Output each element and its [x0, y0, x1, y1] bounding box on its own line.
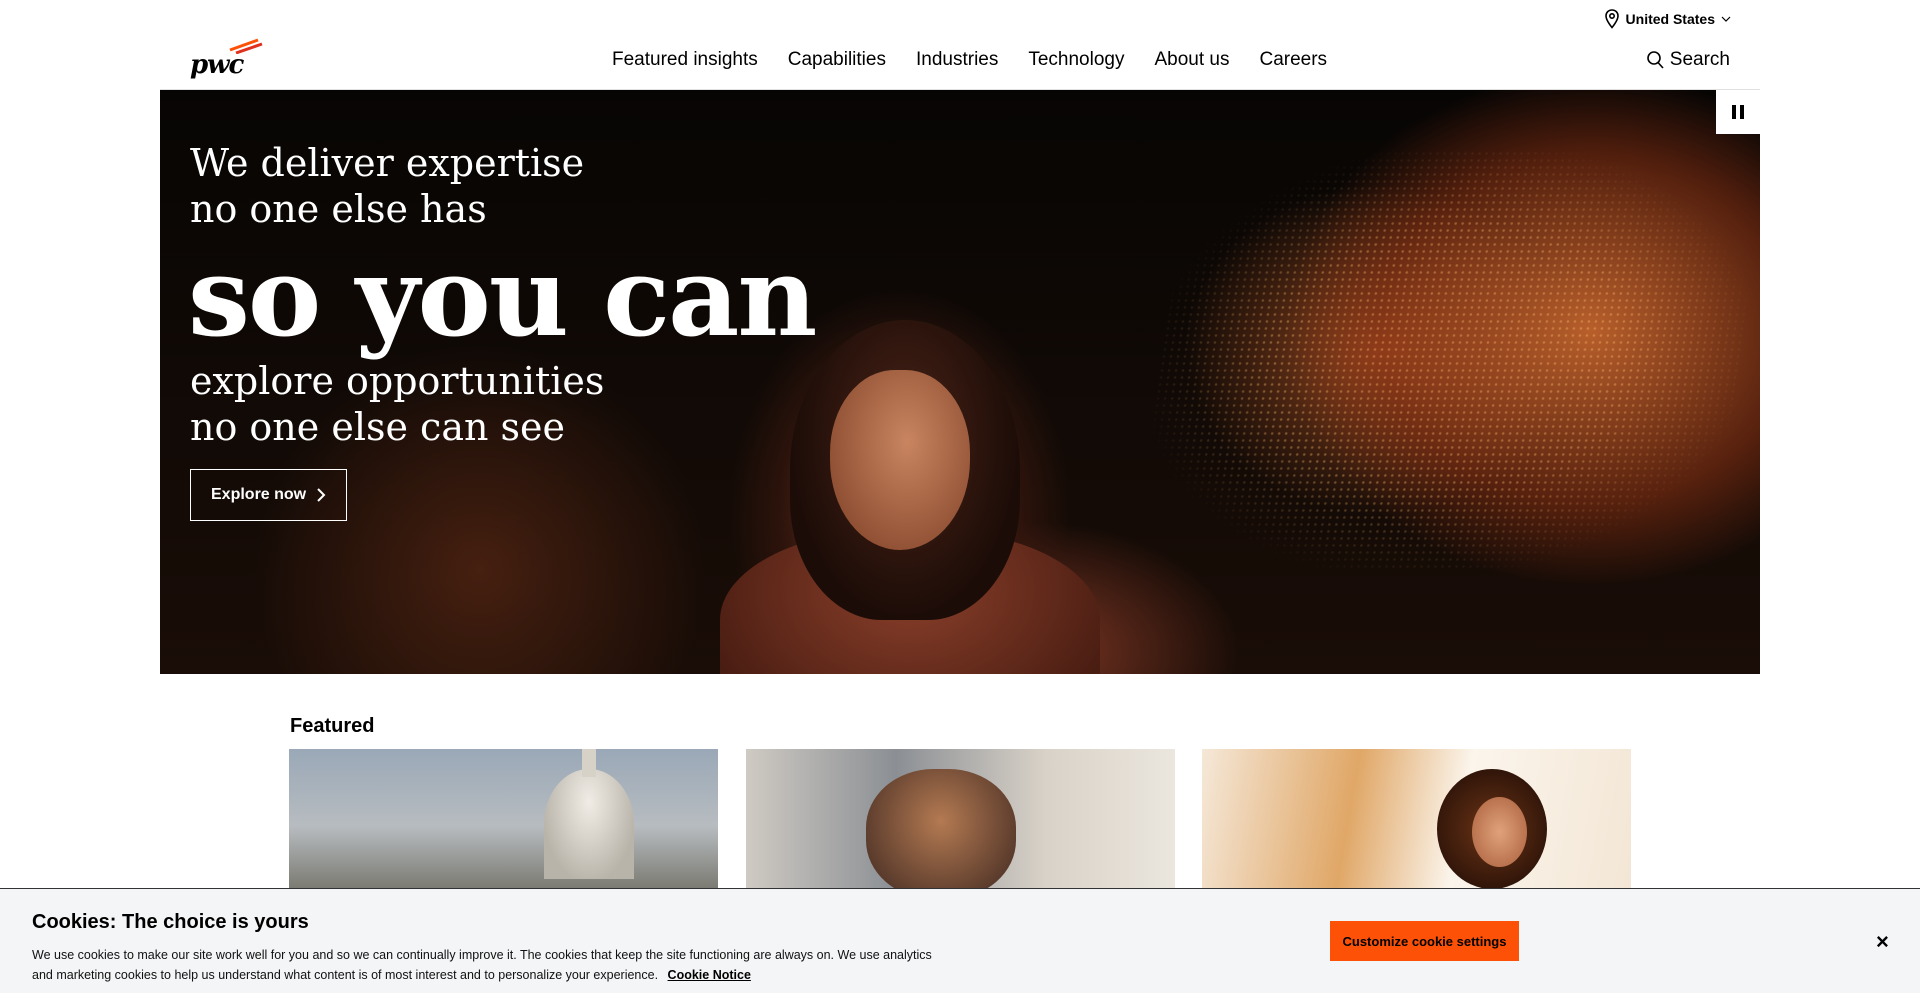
featured-card[interactable]	[746, 749, 1175, 889]
hero-line-3: explore opportunities	[190, 359, 605, 403]
nav-careers[interactable]: Careers	[1259, 49, 1327, 71]
nav-featured-insights[interactable]: Featured insights	[612, 49, 758, 71]
woman-face-image	[1472, 797, 1527, 867]
featured-card[interactable]	[289, 749, 718, 889]
pause-icon-bar	[1740, 105, 1744, 119]
chevron-right-icon	[317, 488, 326, 502]
nav-capabilities[interactable]: Capabilities	[788, 49, 886, 71]
cookie-text: We use cookies to make our site work wel…	[32, 948, 932, 982]
site-header: pwc Featured insights Capabilities Indus…	[160, 30, 1760, 90]
search-button[interactable]: Search	[1646, 30, 1730, 90]
cookie-banner: Cookies: The choice is yours We use cook…	[0, 888, 1920, 993]
cookie-description: We use cookies to make our site work wel…	[32, 945, 942, 985]
capitol-dome-image	[544, 769, 634, 879]
cookie-title: Cookies: The choice is yours	[32, 911, 309, 933]
hero-headline: We deliver expertise no one else has so …	[188, 140, 817, 450]
search-icon	[1646, 51, 1664, 69]
hero-line-1: We deliver expertise	[190, 141, 585, 185]
explore-now-label: Explore now	[211, 486, 307, 503]
logo-mark-icon	[229, 38, 263, 54]
hero-line-2: no one else has	[190, 187, 487, 231]
hero-banner: We deliver expertise no one else has so …	[160, 90, 1760, 674]
capitol-dome-top-image	[582, 749, 596, 777]
location-selector[interactable]: United States	[1604, 8, 1731, 30]
featured-heading: Featured	[290, 715, 375, 737]
cookie-notice-link[interactable]: Cookie Notice	[668, 968, 751, 982]
pause-button[interactable]	[1716, 90, 1760, 134]
nav-about-us[interactable]: About us	[1154, 49, 1229, 71]
close-icon[interactable]: ×	[1876, 931, 1889, 953]
hero-image-person-face	[830, 370, 970, 550]
search-label: Search	[1669, 49, 1730, 70]
pwc-logo[interactable]: pwc	[190, 38, 270, 82]
location-pin-icon	[1604, 9, 1619, 29]
pause-icon	[1732, 105, 1736, 119]
hero-big-text: so you can	[188, 232, 817, 361]
main-nav: Featured insights Capabilities Industrie…	[612, 30, 1327, 90]
explore-now-button[interactable]: Explore now	[190, 469, 348, 521]
logo-wordmark: pwc	[190, 50, 244, 80]
nav-industries[interactable]: Industries	[916, 49, 998, 71]
nav-technology[interactable]: Technology	[1028, 49, 1124, 71]
hero-line-4: no one else can see	[190, 405, 566, 449]
hero-image-window-lights	[1130, 150, 1760, 570]
featured-card[interactable]	[1202, 749, 1631, 889]
location-label: United States	[1625, 11, 1715, 27]
shop-person-image	[866, 769, 1016, 889]
chevron-down-icon	[1721, 16, 1731, 22]
customize-cookie-settings-button[interactable]: Customize cookie settings	[1330, 921, 1519, 961]
